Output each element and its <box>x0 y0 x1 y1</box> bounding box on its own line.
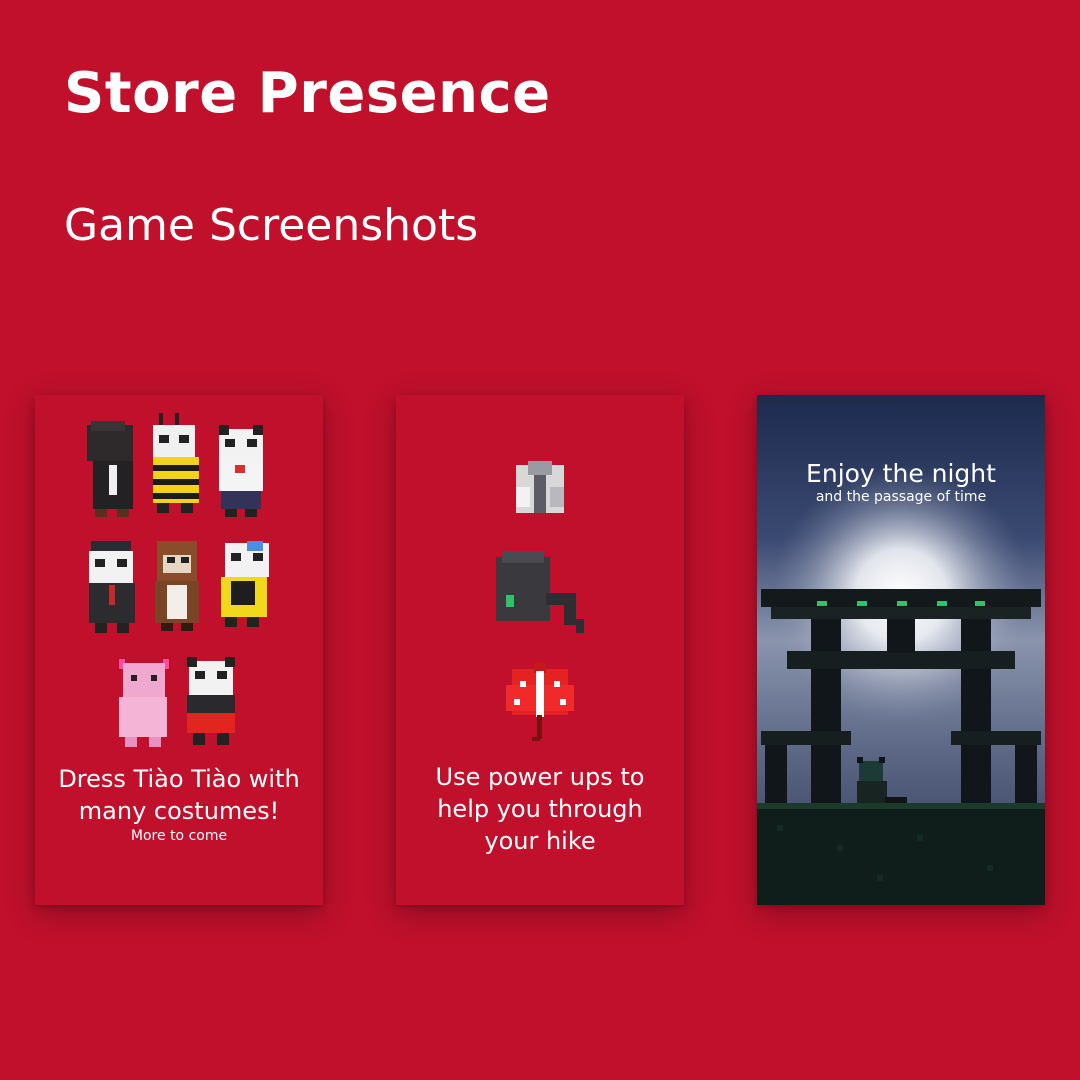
screenshot-card-powerups[interactable]: Use power ups to help you through your h… <box>396 395 684 905</box>
backpack-powerup-icon <box>496 551 584 633</box>
costume-classic-panda-character <box>187 657 235 745</box>
costume-suit-character <box>87 421 133 517</box>
powerups-caption-line-2: help you through <box>437 795 643 823</box>
costume-mafia-character <box>89 541 135 633</box>
costume-fox-character <box>155 541 199 631</box>
costumes-caption-line-2: many costumes! <box>78 797 280 825</box>
powerups-caption-line-1: Use power ups to <box>435 763 645 791</box>
night-caption: Enjoy the night and the passage of time <box>757 459 1045 505</box>
costume-bee-character <box>153 413 199 513</box>
costumes-caption-sub: More to come <box>130 828 228 844</box>
costumes-caption-line-1: Dress Tiào Tiào with <box>58 765 300 793</box>
cube-powerup-icon <box>516 461 564 513</box>
powerups-caption: Use power ups to help you through your h… <box>396 761 684 857</box>
grass-ground <box>757 803 1045 905</box>
panda-silhouette <box>857 757 907 805</box>
powerups-caption-line-3: your hike <box>484 827 596 855</box>
screenshot-card-night[interactable]: Enjoy the night and the passage of time <box>757 395 1045 905</box>
umbrella-powerup-icon <box>506 663 574 741</box>
costume-axolotl-character <box>119 659 169 747</box>
costume-student-character <box>219 425 263 517</box>
night-caption-title: Enjoy the night <box>806 459 996 488</box>
costumes-caption: Dress Tiào Tiào with many costumes! More… <box>35 763 323 845</box>
page-title: Store Presence <box>64 61 551 126</box>
costume-sailor-character <box>221 541 269 627</box>
section-title: Game Screenshots <box>64 200 479 251</box>
night-caption-sub: and the passage of time <box>815 489 987 505</box>
screenshot-card-costumes[interactable]: Dress Tiào Tiào with many costumes! More… <box>35 395 323 905</box>
